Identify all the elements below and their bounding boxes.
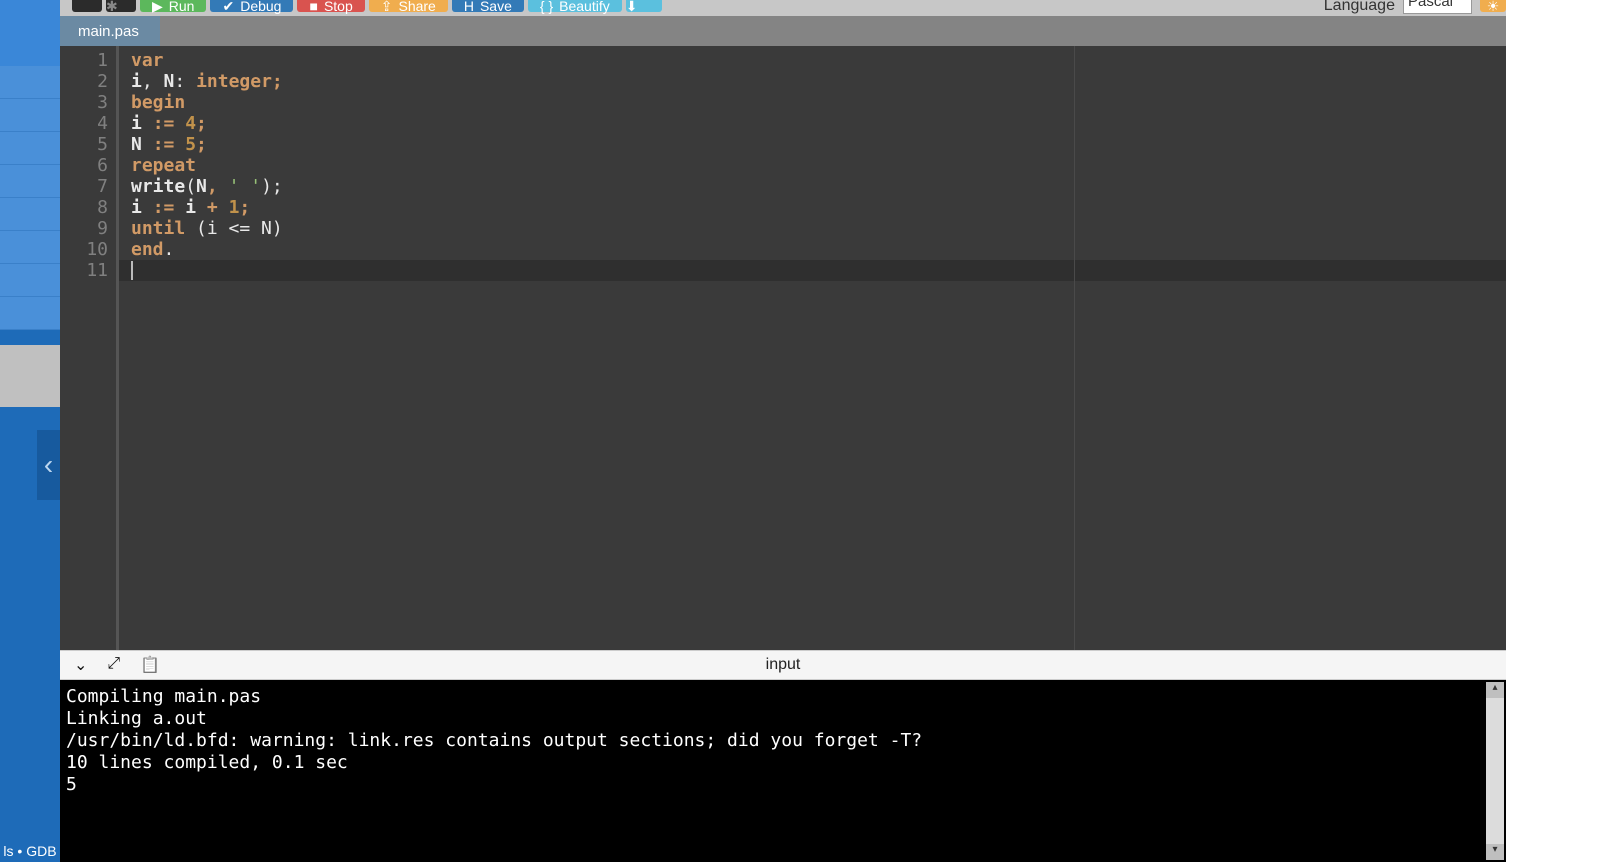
code-line: i := i + 1; [131, 197, 250, 218]
tab-label: main.pas [78, 23, 139, 40]
download-button[interactable]: ⬇ [626, 0, 662, 12]
sidebar-item[interactable] [0, 132, 60, 165]
language-label: Language [1324, 0, 1395, 15]
tab-mainpas[interactable]: main.pas [60, 16, 160, 46]
debug-label: Debug [240, 0, 281, 13]
code-line: end. [131, 239, 174, 260]
code-line: i, N: integer; [131, 71, 283, 92]
line-number: 3 [60, 92, 108, 113]
braces-icon: { } [540, 0, 553, 13]
share-button[interactable]: ⇪ Share [369, 0, 448, 12]
line-number: 7 [60, 176, 108, 197]
play-icon: ▶ [152, 0, 163, 13]
line-number: 2 [60, 71, 108, 92]
share-label: Share [398, 0, 435, 13]
sun-icon: ☀ [1487, 0, 1500, 15]
line-number-gutter: 1234567891011 [60, 46, 116, 650]
theme-toggle-button[interactable]: ☀ [1480, 0, 1506, 12]
beautify-label: Beautify [559, 0, 610, 13]
language-select[interactable]: Pascal [1403, 0, 1472, 14]
stop-label: Stop [324, 0, 353, 13]
run-label: Run [169, 0, 195, 13]
debug-button[interactable]: ✔ Debug [210, 0, 293, 12]
sidebar-item[interactable] [0, 66, 60, 99]
new-file-button[interactable] [72, 0, 102, 12]
save-icon: H [464, 0, 474, 13]
theme-button[interactable]: ✱ [106, 0, 136, 12]
code-area[interactable]: vari, N: integer;begini := 4;N := 5;repe… [116, 46, 1506, 650]
code-line: i := 4; [131, 113, 207, 134]
clipboard-icon[interactable]: 📋 [140, 655, 160, 675]
square-icon: ■ [309, 0, 317, 13]
line-number: 10 [60, 239, 108, 260]
code-line: repeat [131, 155, 196, 176]
chevron-down-icon[interactable]: ⌄ [74, 655, 87, 675]
line-number: 5 [60, 134, 108, 155]
sidebar-item[interactable] [0, 297, 60, 330]
sidebar-item[interactable] [0, 264, 60, 297]
sidebar-ad-block [0, 345, 60, 407]
line-number: 11 [60, 260, 108, 281]
expand-icon[interactable]: ⤢ [107, 655, 120, 675]
output-console[interactable]: Compiling main.pas Linking a.out /usr/bi… [60, 680, 1506, 862]
io-divider-bar[interactable]: ⌄ ⤢ 📋 input [60, 650, 1506, 680]
line-number: 9 [60, 218, 108, 239]
line-number: 4 [60, 113, 108, 134]
editor-tabbar: main.pas [60, 16, 1506, 46]
save-label: Save [480, 0, 512, 13]
code-line: until (i <= N) [131, 218, 283, 239]
console-scrollbar[interactable]: ▴ ▾ [1486, 682, 1504, 860]
scroll-down-icon[interactable]: ▾ [1486, 844, 1504, 860]
code-editor[interactable]: 1234567891011 vari, N: integer;begini :=… [60, 46, 1506, 650]
stop-button[interactable]: ■ Stop [297, 0, 364, 12]
code-line: N := 5; [131, 134, 207, 155]
top-toolbar: ✱ ▶ Run ✔ Debug ■ Stop ⇪ Share H Save { … [0, 0, 1600, 16]
download-icon: ⬇ [626, 0, 638, 13]
check-icon: ✔ [222, 0, 234, 13]
sidebar-header [0, 0, 60, 66]
collapse-panel-button[interactable]: ‹ [37, 430, 60, 500]
right-gap [1506, 0, 1600, 862]
line-number: 8 [60, 197, 108, 218]
run-button[interactable]: ▶ Run [140, 0, 206, 12]
beautify-button[interactable]: { } Beautify [528, 0, 622, 12]
chevron-left-icon: ‹ [44, 449, 53, 481]
language-selected: Pascal [1408, 0, 1453, 10]
code-line: write(N, ' '); [131, 176, 283, 197]
line-number: 6 [60, 155, 108, 176]
input-label: input [766, 656, 801, 674]
share-icon: ⇪ [381, 0, 393, 13]
footer-brand: ls • GDB [0, 843, 60, 862]
ruler-line [1074, 46, 1075, 650]
save-button[interactable]: H Save [452, 0, 524, 12]
code-line: begin [131, 92, 185, 113]
current-line-highlight [119, 260, 1506, 281]
code-line: var [131, 50, 164, 71]
sidebar-item[interactable] [0, 231, 60, 264]
sidebar-item[interactable] [0, 198, 60, 231]
sidebar-item[interactable] [0, 99, 60, 132]
sidebar-item[interactable] [0, 165, 60, 198]
line-number: 1 [60, 50, 108, 71]
left-sidebar [0, 0, 60, 411]
text-cursor [131, 261, 133, 280]
scroll-up-icon[interactable]: ▴ [1486, 682, 1504, 698]
